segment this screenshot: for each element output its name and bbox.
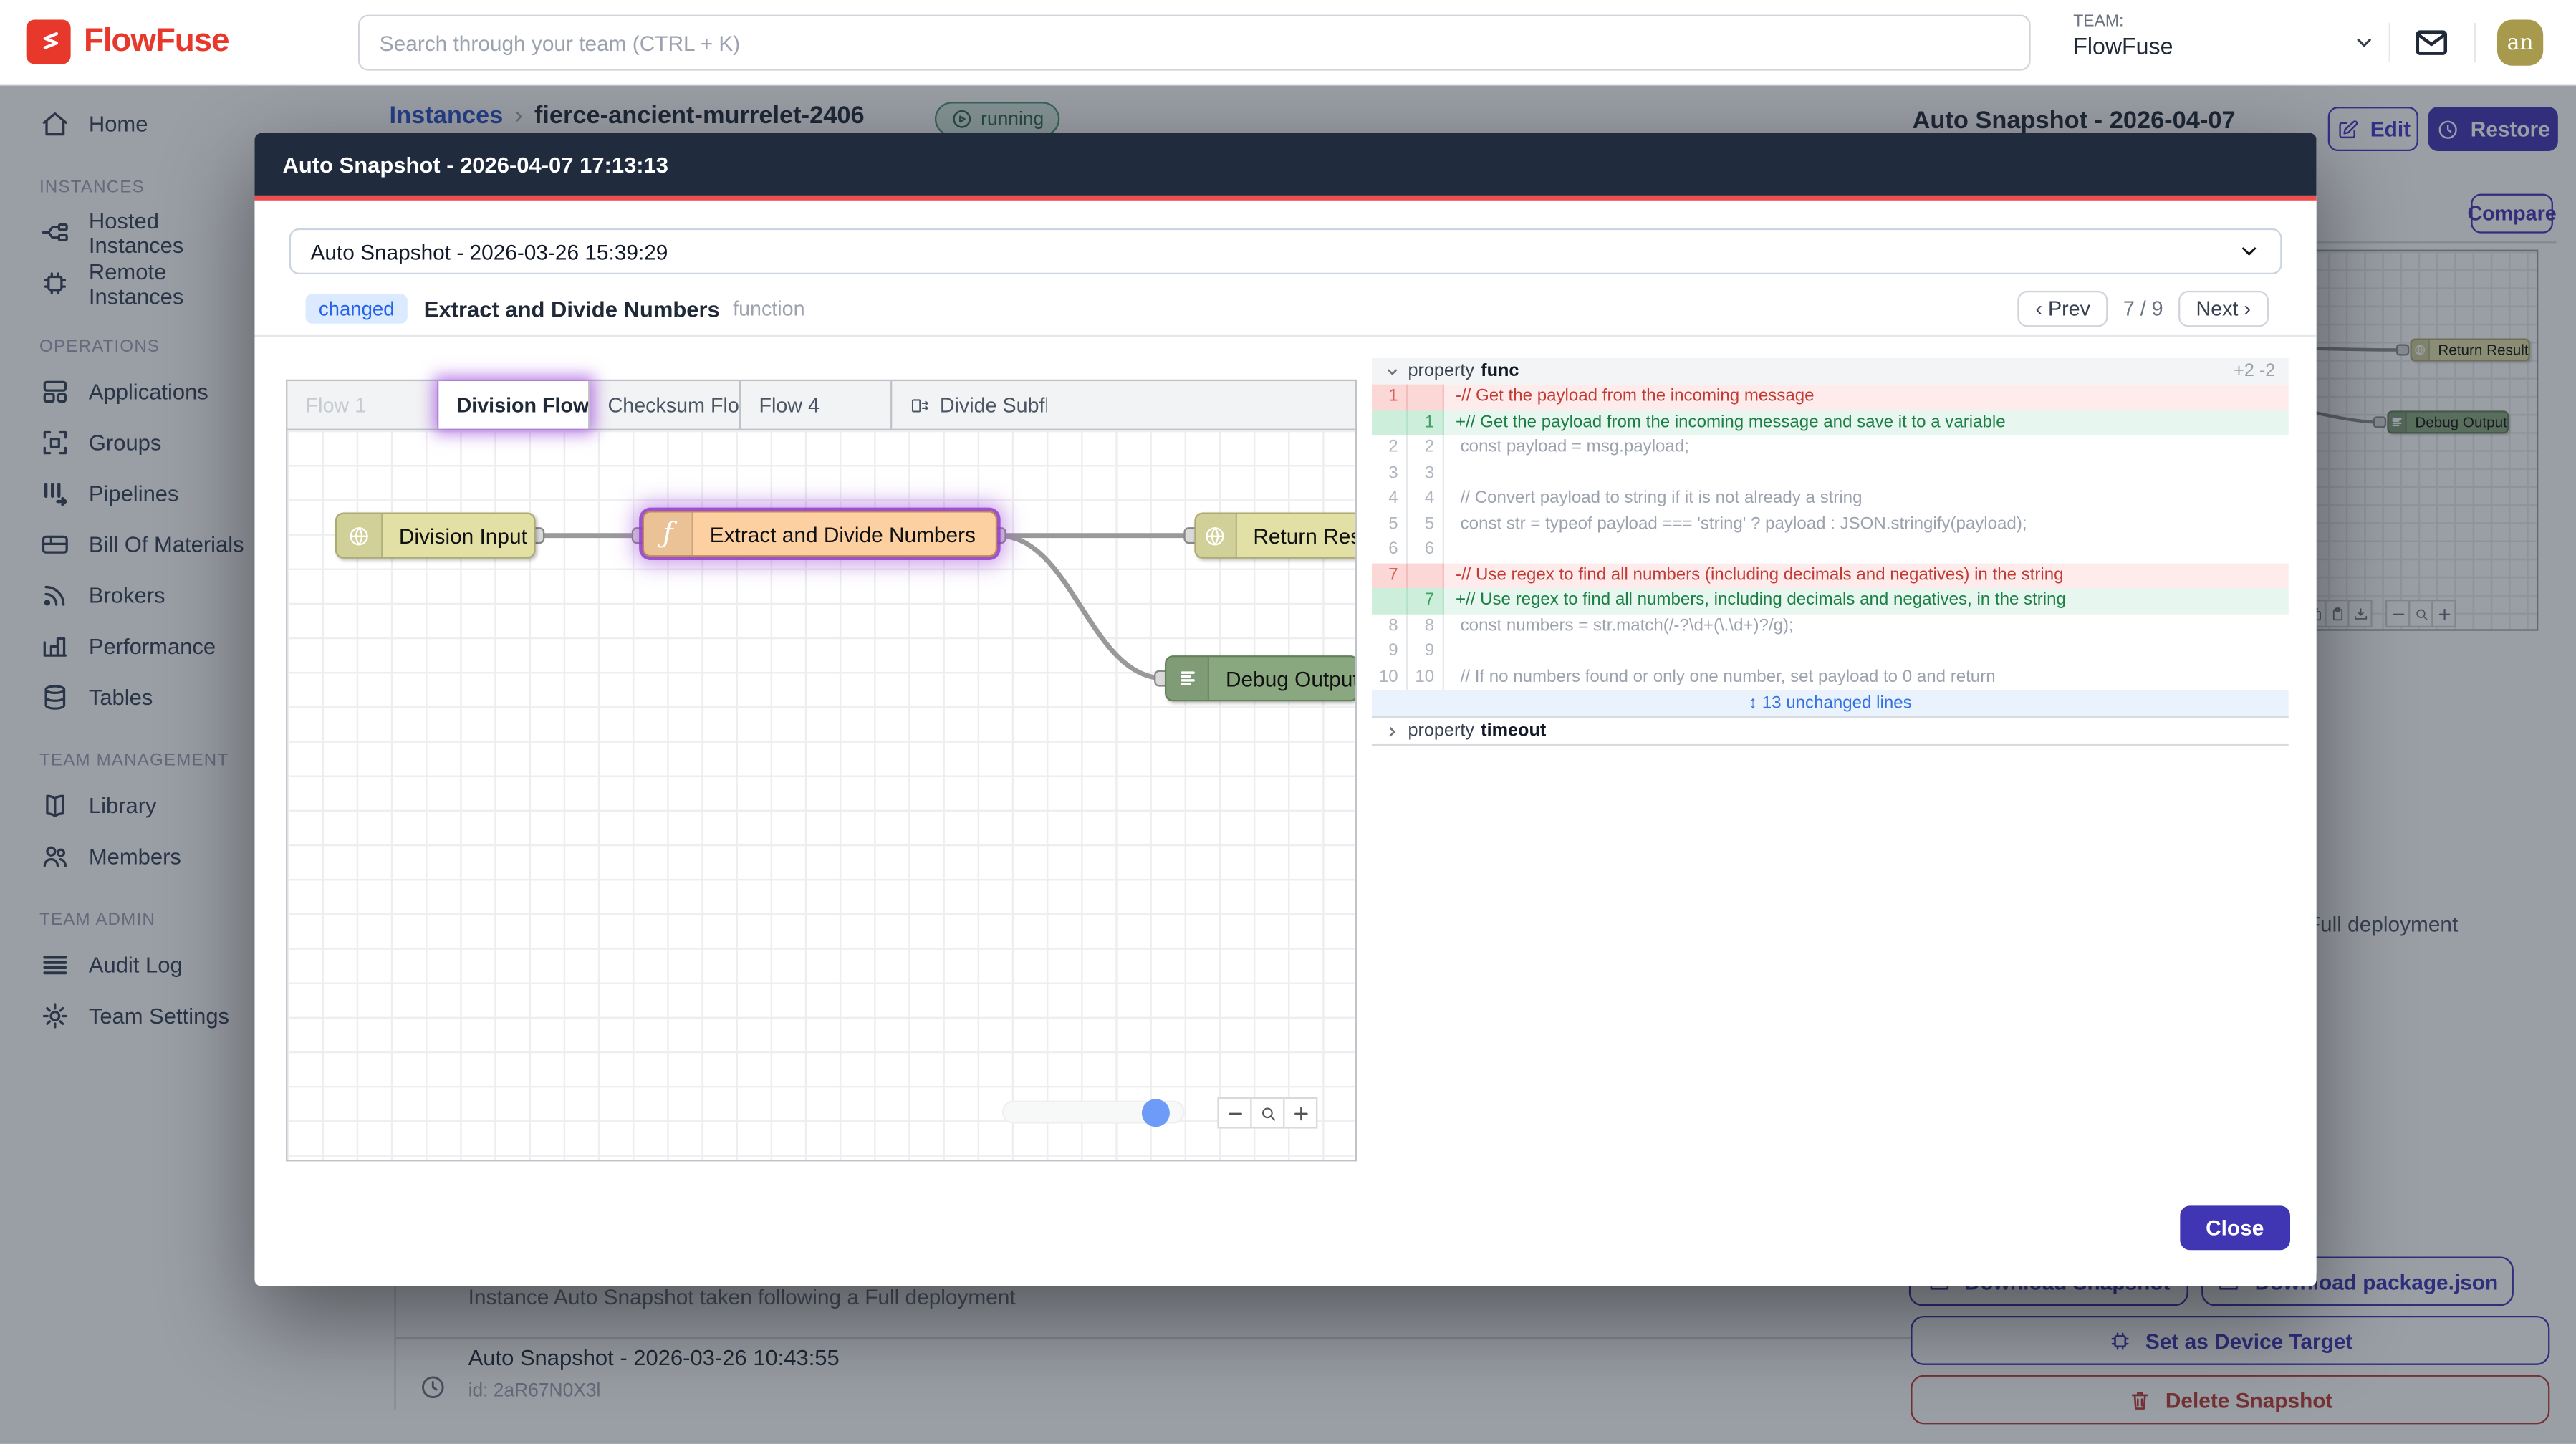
changed-node-name: Extract and Divide Numbers [424,297,720,321]
next-change-button[interactable]: Next › [2178,291,2269,327]
zoom-slider[interactable] [1002,1101,1185,1124]
team-selector[interactable]: TEAM: FlowFuse [2073,13,2173,60]
modal-title: Auto Snapshot - 2026-04-07 17:13:13 [282,152,668,176]
node-debug-output[interactable]: Debug Output [1165,655,1357,701]
team-label: TEAM: [2073,13,2173,33]
tab-division-flow[interactable]: Division Flow [438,381,590,429]
search-input[interactable] [358,15,2031,71]
diff-row: 33 [1372,461,2289,486]
unchanged-lines-expander[interactable]: ↕ 13 unchanged lines [1372,690,2289,716]
zoom-out-button[interactable] [1217,1097,1251,1129]
diff-row: 66 [1372,537,2289,563]
changed-node-type: function [733,297,804,320]
flowfuse-app: FlowFuse TEAM: FlowFuse an Home INSTANCE… [0,0,2576,1444]
globe-icon [337,514,383,557]
tab-checksum-flow[interactable]: Checksum Flow [590,381,741,429]
user-avatar[interactable]: an [2497,20,2543,66]
flowfuse-logo-icon [27,20,71,64]
node-extract-and-divide-numbers[interactable]: ƒ Extract and Divide Numbers [643,511,997,557]
changed-badge: changed [306,294,408,324]
chevron-right-icon [1385,723,1400,738]
chevron-down-icon[interactable] [2352,32,2375,54]
flow-tabs: Flow 1 Division Flow Checksum Flow Flow … [286,380,1357,430]
diff-row: 44 // Convert payload to string if it is… [1372,486,2289,512]
snapshot-compare-select[interactable]: Auto Snapshot - 2026-03-26 15:39:29 [289,228,2282,274]
diff-row: 1+// Get the payload from the incoming m… [1372,410,2289,435]
zoom-in-button[interactable] [1283,1097,1317,1129]
tab-divide-subflow[interactable]: Divide Subflow [892,381,1047,429]
prev-change-button[interactable]: ‹ Prev [2017,291,2108,327]
mail-icon[interactable] [2412,23,2451,62]
team-name: FlowFuse [2073,33,2173,61]
diff-row: 1-// Get the payload from the incoming m… [1372,385,2289,410]
close-button[interactable]: Close [2179,1205,2290,1250]
expand-icon: ↕ [1749,693,1762,713]
modal-accent-bar [254,196,2316,201]
logo-text: FlowFuse [84,23,229,61]
tab-flow-1[interactable]: Flow 1 [287,381,438,429]
zoom-slider-handle[interactable] [1142,1099,1170,1127]
diff-row: 7+// Use regex to find all numbers, incl… [1372,588,2289,614]
top-bar: FlowFuse TEAM: FlowFuse an [0,0,2576,85]
divider [2389,23,2390,62]
snapshot-compare-modal: Auto Snapshot - 2026-04-07 17:13:13 Auto… [254,133,2316,1286]
subflow-icon [910,395,931,415]
chevron-down-icon [1385,364,1400,379]
diff-panel: propertyfunc +2 -2 1-// Get the payload … [1372,358,2289,746]
canvas-zoom-controls [1219,1097,1318,1129]
change-summary-row: changed Extract and Divide Numbers funct… [306,287,2269,330]
globe-icon [1196,514,1237,557]
flow-canvas[interactable]: Division Input ƒ Extract and Divide Numb… [286,430,1357,1162]
chevron-down-icon [2238,240,2261,263]
modal-header: Auto Snapshot - 2026-04-07 17:13:13 [254,133,2316,196]
function-icon: ƒ [644,513,693,556]
zoom-reset-button[interactable] [1250,1097,1284,1129]
diff-row: 1010 // If no numbers found or only one … [1372,665,2289,690]
change-pager: ‹ Prev 7 / 9 Next › [2017,291,2269,327]
flowfuse-logo[interactable]: FlowFuse [27,20,229,64]
diff-property-func-header[interactable]: propertyfunc +2 -2 [1372,358,2289,385]
diff-row: 55 const str = typeof payload === 'strin… [1372,511,2289,537]
diff-row: 88 const numbers = str.match(/-?\d+(\.\d… [1372,614,2289,640]
diff-row: 22 const payload = msg.payload; [1372,435,2289,461]
diff-row: 99 [1372,639,2289,665]
debug-list-icon [1166,657,1209,700]
tab-flow-4[interactable]: Flow 4 [741,381,892,429]
diff-row: 7-// Use regex to find all numbers (incl… [1372,562,2289,588]
change-counter: 7 / 9 [2123,297,2163,320]
node-division-input[interactable]: Division Input [335,513,536,559]
node-return-result[interactable]: Return Result [1194,513,1357,559]
diff-property-timeout-header[interactable]: propertytimeout [1372,716,2289,746]
diff-stats: +2 -2 [2234,362,2275,382]
divider [254,335,2316,337]
divider [2474,23,2476,62]
